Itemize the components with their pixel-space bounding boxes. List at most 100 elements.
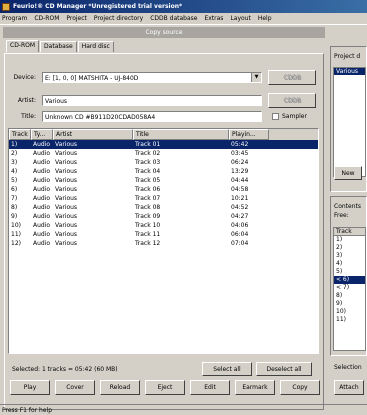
- track-row[interactable]: 3) Audio Various Track 03 06:24: [9, 158, 318, 167]
- deselect-all-button[interactable]: Deselect all: [256, 362, 312, 376]
- track-artist: Various: [55, 168, 78, 175]
- track-row[interactable]: 5) Audio Various Track 05 04:44: [9, 176, 318, 185]
- track-number: 6): [11, 186, 18, 193]
- edit-button[interactable]: Edit: [190, 380, 230, 395]
- track-title: Track 07: [135, 195, 161, 202]
- select-all-button[interactable]: Select all: [202, 362, 252, 376]
- earmark-button[interactable]: Earmark: [235, 380, 275, 395]
- col-track[interactable]: Track: [9, 129, 31, 140]
- track-row[interactable]: 12) Audio Various Track 12 07:04: [9, 239, 318, 248]
- contents-item[interactable]: 11): [334, 316, 365, 324]
- track-number: 8): [11, 204, 18, 211]
- sampler-checkbox[interactable]: [272, 113, 279, 120]
- track-time: 04:44: [231, 177, 249, 184]
- contents-item[interactable]: 10): [334, 308, 365, 316]
- track-title: Track 04: [135, 168, 161, 175]
- cover-button[interactable]: Cover: [55, 380, 95, 395]
- menu-cdrom[interactable]: CD-ROM: [34, 15, 59, 22]
- track-artist: Various: [55, 240, 78, 247]
- col-artist[interactable]: Artist: [53, 129, 133, 140]
- track-row[interactable]: 1) Audio Various Track 01 05:42: [9, 140, 318, 149]
- cddb-button-top[interactable]: CDDB: [268, 70, 316, 85]
- track-type: Audio: [33, 150, 51, 157]
- menu-project-directory[interactable]: Project directory: [94, 15, 143, 22]
- track-row[interactable]: 2) Audio Various Track 02 03:45: [9, 149, 318, 158]
- project-item[interactable]: Various: [334, 68, 365, 75]
- copy-button[interactable]: Copy: [280, 380, 320, 395]
- track-artist: Various: [55, 222, 78, 229]
- track-artist: Various: [55, 141, 78, 148]
- track-type: Audio: [33, 168, 51, 175]
- project-list[interactable]: Various: [333, 67, 366, 177]
- attach-button[interactable]: Attach: [334, 380, 364, 395]
- track-number: 12): [11, 240, 21, 247]
- track-row[interactable]: 8) Audio Various Track 08 04:52: [9, 203, 318, 212]
- track-artist: Various: [55, 195, 78, 202]
- menu-extras[interactable]: Extras: [204, 15, 223, 22]
- status-bar: Press F1 for help: [0, 404, 367, 415]
- track-time: 04:27: [231, 213, 249, 220]
- track-type: Audio: [33, 159, 51, 166]
- track-row[interactable]: 7) Audio Various Track 07 10:21: [9, 194, 318, 203]
- contents-item[interactable]: 9): [334, 300, 365, 308]
- track-title: Track 11: [135, 231, 161, 238]
- new-button[interactable]: New: [334, 166, 362, 180]
- contents-item[interactable]: < 7): [334, 284, 365, 292]
- track-artist: Various: [55, 177, 78, 184]
- contents-track-col[interactable]: Track: [334, 228, 365, 236]
- menu-program[interactable]: Program: [2, 15, 27, 22]
- device-select[interactable]: E: [1, 0, 0] MATSHITA - UJ-840D ▼: [42, 72, 262, 83]
- window-title: Feurio!® CD Manager *Unregistered trial …: [13, 3, 183, 10]
- contents-list[interactable]: Track 1) 2) 3) 4) 5) < 6) < 7) 8) 9) 10) 11): [333, 227, 366, 351]
- col-type[interactable]: Ty...: [31, 129, 53, 140]
- track-title: Track 10: [135, 222, 161, 229]
- artist-field[interactable]: Various: [42, 95, 262, 106]
- col-title[interactable]: Title: [133, 129, 229, 140]
- chevron-down-icon[interactable]: ▼: [251, 73, 261, 82]
- track-title: Track 06: [135, 186, 161, 193]
- track-artist: Various: [55, 204, 78, 211]
- track-row[interactable]: 10) Audio Various Track 10 04:06: [9, 221, 318, 230]
- contents-item[interactable]: 8): [334, 292, 365, 300]
- col-playing-time[interactable]: Playin...: [229, 129, 269, 140]
- menu-layout[interactable]: Layout: [230, 15, 250, 22]
- track-time: 04:52: [231, 204, 249, 211]
- track-row[interactable]: 4) Audio Various Track 04 13:29: [9, 167, 318, 176]
- track-type: Audio: [33, 186, 51, 193]
- track-row[interactable]: 6) Audio Various Track 06 04:58: [9, 185, 318, 194]
- title-field[interactable]: Unknown CD #B911D20CDAD058A4: [42, 111, 262, 122]
- track-number: 10): [11, 222, 21, 229]
- contents-item[interactable]: 5): [334, 268, 365, 276]
- contents-item[interactable]: < 6): [334, 276, 365, 284]
- contents-item[interactable]: 1): [334, 236, 365, 244]
- track-row[interactable]: 11) Audio Various Track 11 06:04: [9, 230, 318, 239]
- copy-source-header: Copy source: [3, 27, 325, 38]
- track-list-header: Track Ty... Artist Title Playin...: [9, 129, 318, 140]
- play-button[interactable]: Play: [10, 380, 50, 395]
- track-time: 13:29: [231, 168, 249, 175]
- track-type: Audio: [33, 240, 51, 247]
- track-number: 11): [11, 231, 21, 238]
- tab-database[interactable]: Database: [40, 41, 77, 52]
- track-title: Track 05: [135, 177, 161, 184]
- sampler-label: Sampler: [282, 113, 307, 120]
- track-artist: Various: [55, 213, 78, 220]
- cddb-button-bottom[interactable]: CDDB: [268, 93, 316, 108]
- menu-project[interactable]: Project: [66, 15, 87, 22]
- track-title: Track 01: [135, 141, 161, 148]
- selection-label: Selection: [334, 364, 362, 371]
- track-list[interactable]: Track Ty... Artist Title Playin... 1) Aud…: [8, 128, 319, 354]
- track-artist: Various: [55, 150, 78, 157]
- track-number: 5): [11, 177, 18, 184]
- eject-button[interactable]: Eject: [145, 380, 185, 395]
- tab-hard-disc[interactable]: Hard disc: [77, 41, 114, 52]
- contents-item[interactable]: 2): [334, 244, 365, 252]
- menu-bar: Program CD-ROM Project Project directory…: [0, 13, 367, 25]
- menu-help[interactable]: Help: [258, 15, 272, 22]
- contents-item[interactable]: 3): [334, 252, 365, 260]
- track-row[interactable]: 9) Audio Various Track 09 04:27: [9, 212, 318, 221]
- tab-cdrom[interactable]: CD-ROM: [6, 40, 40, 52]
- reload-button[interactable]: Reload: [100, 380, 140, 395]
- menu-cddb-database[interactable]: CDDB database: [150, 15, 197, 22]
- contents-item[interactable]: 4): [334, 260, 365, 268]
